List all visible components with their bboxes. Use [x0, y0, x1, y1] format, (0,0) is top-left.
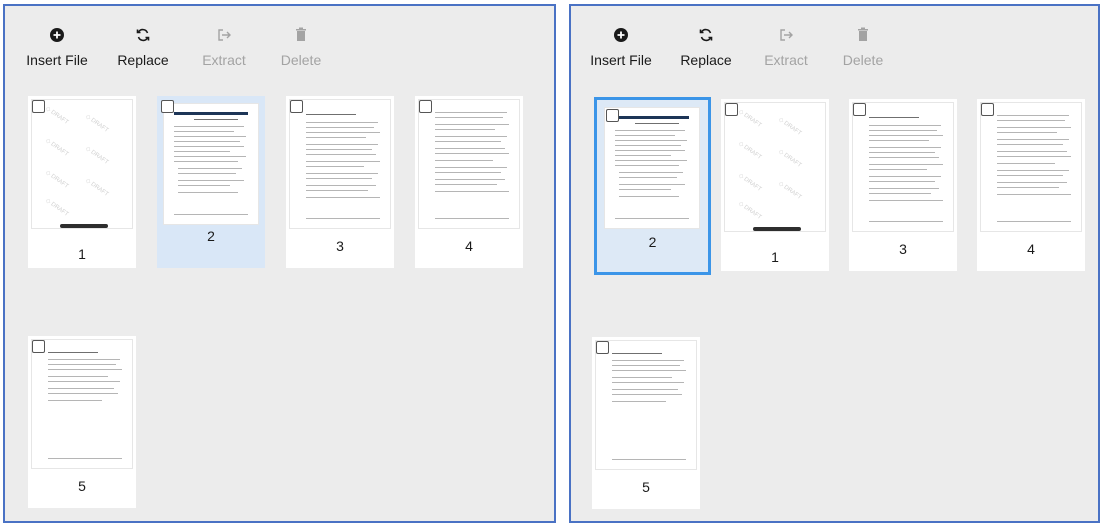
- page-select-checkbox[interactable]: [32, 340, 45, 353]
- page-select-checkbox[interactable]: [596, 341, 609, 354]
- page-thumbnail-4[interactable]: 4: [977, 99, 1085, 271]
- refresh-icon: [135, 26, 151, 44]
- page-thumbnail-2[interactable]: 2: [157, 96, 265, 268]
- page-preview: ◇ DRAFT ◇ DRAFT ◇ DRAFT ◇ DRAFT ◇ DRAFT ◇ D…: [32, 100, 132, 228]
- insert-file-label: Insert File: [26, 52, 88, 68]
- trash-icon: [294, 26, 308, 44]
- insert-file-label: Insert File: [590, 52, 652, 68]
- export-icon: [216, 26, 232, 44]
- page-number: 4: [465, 238, 473, 254]
- page-select-checkbox[interactable]: [725, 103, 738, 116]
- page-number: 1: [78, 246, 86, 262]
- page-preview: [419, 100, 519, 228]
- page-number: 3: [336, 238, 344, 254]
- page-preview: [290, 100, 390, 228]
- page-preview: [32, 340, 132, 468]
- page-preview: [853, 103, 953, 231]
- page-thumbnail-4[interactable]: 4: [415, 96, 523, 268]
- page-preview: [981, 103, 1081, 231]
- extract-button[interactable]: Extract: [746, 26, 826, 68]
- page-number: 1: [771, 249, 779, 265]
- page-number: 4: [1027, 241, 1035, 257]
- replace-label: Replace: [680, 52, 732, 68]
- delete-label: Delete: [842, 52, 884, 68]
- page-number: 5: [78, 478, 86, 494]
- delete-label: Delete: [280, 52, 322, 68]
- page-preview: [605, 108, 699, 228]
- insert-file-button[interactable]: Insert File: [17, 26, 97, 68]
- page-thumbnail-3[interactable]: 3: [286, 96, 394, 268]
- page-select-checkbox[interactable]: [161, 100, 174, 113]
- export-icon: [778, 26, 794, 44]
- toolbar: Insert File Replace Extract Delete: [571, 6, 1098, 82]
- page-number: 3: [899, 241, 907, 257]
- page-select-checkbox[interactable]: [32, 100, 45, 113]
- extract-label: Extract: [764, 52, 808, 68]
- page-select-checkbox[interactable]: [606, 109, 619, 122]
- page-number: 2: [207, 228, 215, 244]
- page-thumbnail-3[interactable]: 3: [849, 99, 957, 271]
- replace-label: Replace: [117, 52, 169, 68]
- page-thumbnail-5[interactable]: 5: [592, 337, 700, 509]
- page-select-checkbox[interactable]: [981, 103, 994, 116]
- page-thumbnail-1[interactable]: ◇ DRAFT ◇ DRAFT ◇ DRAFT ◇ DRAFT ◇ DRAFT ◇ D…: [721, 99, 829, 271]
- replace-button[interactable]: Replace: [103, 26, 183, 68]
- page-select-checkbox[interactable]: [290, 100, 303, 113]
- trash-icon: [856, 26, 870, 44]
- page-thumbnail-1[interactable]: ◇ DRAFT ◇ DRAFT ◇ DRAFT ◇ DRAFT ◇ DRAFT ◇ D…: [28, 96, 136, 268]
- page-thumbnail-5[interactable]: 5: [28, 336, 136, 508]
- extract-label: Extract: [202, 52, 246, 68]
- page-preview: ◇ DRAFT ◇ DRAFT ◇ DRAFT ◇ DRAFT ◇ DRAFT ◇ D…: [725, 103, 825, 231]
- delete-button[interactable]: Delete: [823, 26, 903, 68]
- page-number: 5: [642, 479, 650, 495]
- extract-button[interactable]: Extract: [184, 26, 264, 68]
- plus-circle-icon: [613, 26, 629, 44]
- plus-circle-icon: [49, 26, 65, 44]
- page-number: 2: [648, 234, 657, 250]
- page-organizer-panel-left: Insert File Replace Extract Delete ◇ DRA…: [3, 4, 556, 523]
- insert-file-button[interactable]: Insert File: [581, 26, 661, 68]
- page-select-checkbox[interactable]: [419, 100, 432, 113]
- toolbar: Insert File Replace Extract Delete: [5, 6, 554, 82]
- replace-button[interactable]: Replace: [666, 26, 746, 68]
- page-select-checkbox[interactable]: [853, 103, 866, 116]
- page-preview: [596, 341, 696, 469]
- page-thumbnail-2[interactable]: 2: [594, 97, 711, 275]
- delete-button[interactable]: Delete: [261, 26, 341, 68]
- page-organizer-panel-right: Insert File Replace Extract Delete 2 ◇ D…: [569, 4, 1100, 523]
- page-preview: [164, 104, 258, 224]
- refresh-icon: [698, 26, 714, 44]
